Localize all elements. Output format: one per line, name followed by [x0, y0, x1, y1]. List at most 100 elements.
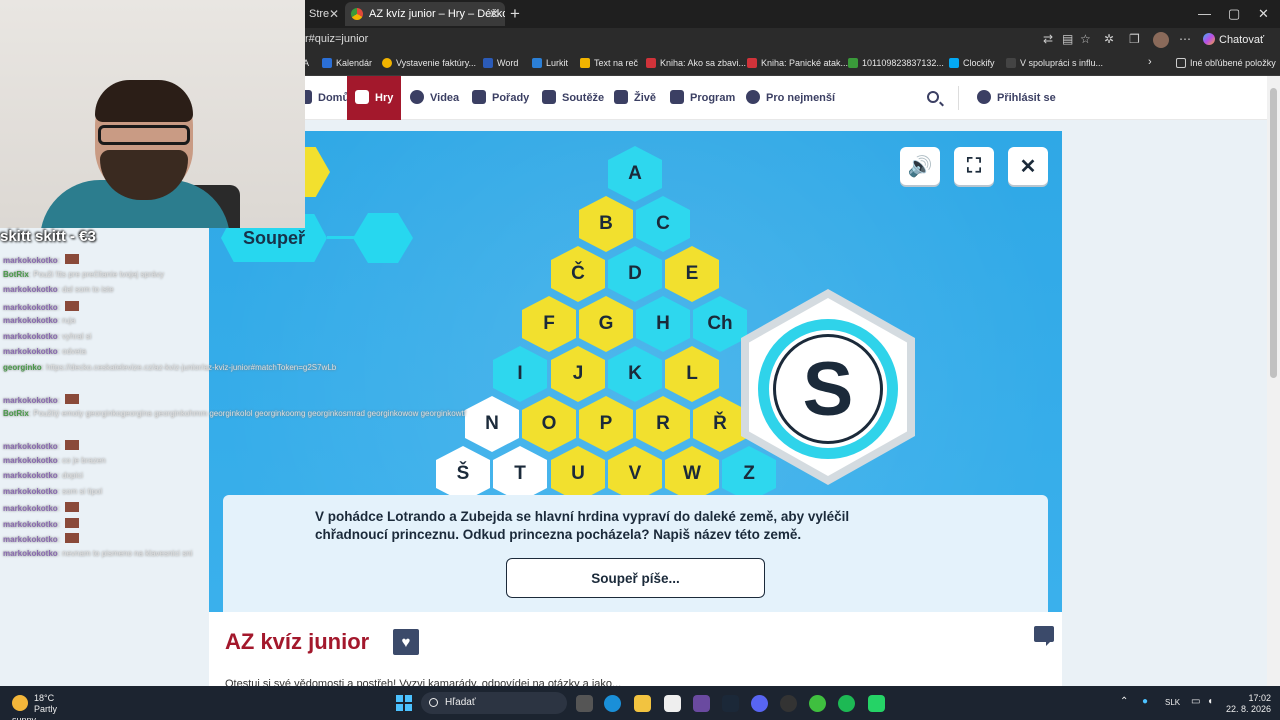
- page-scrollbar[interactable]: [1267, 76, 1280, 686]
- emote-icon: [65, 440, 80, 450]
- bookmark-clockify[interactable]: Clockify: [949, 58, 995, 68]
- start-button[interactable]: [396, 695, 412, 711]
- nav-porady[interactable]: Pořady: [472, 76, 529, 120]
- obs-icon[interactable]: [780, 695, 797, 712]
- scrollbar-thumb[interactable]: [1270, 88, 1277, 378]
- bookmark-lurkit[interactable]: Lurkit: [532, 58, 568, 68]
- hex-E[interactable]: E: [665, 246, 719, 302]
- tab-az-kviz[interactable]: AZ kvíz junior – Hry – Déčko ✕: [345, 2, 505, 26]
- favorite-heart-button[interactable]: ♥: [393, 629, 419, 655]
- hex-L[interactable]: L: [665, 346, 719, 402]
- hex-I[interactable]: I: [493, 346, 547, 402]
- nav-hry[interactable]: Hry: [347, 76, 402, 120]
- hex-letter: R: [656, 413, 670, 434]
- bookmark-icon: [532, 58, 542, 68]
- edge-icon[interactable]: [604, 695, 621, 712]
- bookmark-label: Vystavenie faktúry...: [396, 58, 477, 68]
- close-window-button[interactable]: ✕: [1258, 6, 1269, 22]
- hex-S-caron[interactable]: Š: [436, 446, 490, 502]
- hex-W[interactable]: W: [665, 446, 719, 502]
- hex-Z[interactable]: Z: [722, 446, 776, 502]
- fullscreen-button[interactable]: ⛶: [954, 147, 994, 185]
- bookmark-kalendar[interactable]: Kalendár: [322, 58, 372, 68]
- nav-souteze[interactable]: Soutěže: [542, 76, 604, 120]
- login-link[interactable]: Přihlásit se: [977, 76, 1056, 120]
- whatsapp-icon[interactable]: [868, 695, 885, 712]
- hex-R-caron[interactable]: Ř: [693, 396, 747, 452]
- hex-R[interactable]: R: [636, 396, 690, 452]
- bookmark-word[interactable]: Word: [483, 58, 518, 68]
- nav-videa[interactable]: Videa: [410, 76, 459, 120]
- more-menu-icon[interactable]: ⋯: [1179, 33, 1192, 46]
- bookmark-text-na-rec[interactable]: Text na reč: [580, 58, 638, 68]
- discord-icon[interactable]: [751, 695, 768, 712]
- nav-domu[interactable]: Domů: [298, 76, 349, 120]
- task-view-icon[interactable]: [576, 695, 593, 712]
- hex-T[interactable]: T: [493, 446, 547, 502]
- emote-icon: [65, 393, 80, 404]
- new-tab-button[interactable]: +: [510, 4, 520, 24]
- spotify-icon[interactable]: [838, 695, 855, 712]
- nav-zive[interactable]: Živě: [614, 76, 656, 120]
- hex-F[interactable]: F: [522, 296, 576, 352]
- hex-P[interactable]: P: [579, 396, 633, 452]
- comment-icon[interactable]: [1034, 626, 1054, 646]
- minimize-button[interactable]: —: [1198, 6, 1211, 21]
- favorite-star-icon[interactable]: ☆: [1080, 33, 1093, 46]
- app-green-icon[interactable]: [809, 695, 826, 712]
- bookmarks-overflow-icon[interactable]: ›: [1148, 56, 1152, 68]
- collections-icon[interactable]: ❐: [1129, 33, 1142, 46]
- tray-overflow-icon[interactable]: ⌃: [1120, 696, 1128, 707]
- weather-widget[interactable]: 18°C Partly sunny: [12, 693, 62, 720]
- language-indicator[interactable]: SLK: [1165, 698, 1180, 707]
- chat-username: markokokotko: [3, 347, 58, 356]
- app-icon[interactable]: [693, 695, 710, 712]
- hex-Ch[interactable]: Ch: [693, 296, 747, 352]
- steam-icon[interactable]: [722, 695, 739, 712]
- hex-G[interactable]: G: [579, 296, 633, 352]
- hex-C-caron[interactable]: Č: [551, 246, 605, 302]
- hex-O[interactable]: O: [522, 396, 576, 452]
- bookmark-kniha-2[interactable]: Kniha: Panické atak...: [747, 58, 848, 68]
- bookmark-other-folder[interactable]: Iné obľúbené položky: [1176, 58, 1276, 68]
- bookmark-number[interactable]: 101109823837132...: [848, 58, 944, 68]
- nav-program[interactable]: Program: [670, 76, 735, 120]
- hex-N[interactable]: N: [465, 396, 519, 452]
- bookmark-label: V spolupráci s influ...: [1020, 58, 1104, 68]
- hex-J[interactable]: J: [551, 346, 605, 402]
- answer-field[interactable]: Soupeř píše...: [506, 558, 765, 598]
- profile-avatar[interactable]: [1153, 32, 1169, 48]
- hex-K[interactable]: K: [608, 346, 662, 402]
- bookmark-spolupraci[interactable]: V spolupráci s influ...: [1006, 58, 1103, 68]
- hex-B[interactable]: B: [579, 196, 633, 252]
- nav-pro-nejmensi[interactable]: Pro nejmenší: [746, 76, 835, 120]
- clock[interactable]: 17:02 22. 8. 2026: [1226, 693, 1271, 715]
- bookmark-kniha-1[interactable]: Kniha: Ako sa zbavi...: [646, 58, 746, 68]
- hex-C[interactable]: C: [636, 196, 690, 252]
- translate-icon[interactable]: ⇄: [1043, 33, 1056, 46]
- maximize-button[interactable]: ▢: [1228, 6, 1240, 22]
- bookmark-faktury[interactable]: Vystavenie faktúry...: [382, 58, 476, 68]
- close-game-button[interactable]: ✕: [1008, 147, 1048, 185]
- extensions-icon[interactable]: ✲: [1104, 33, 1117, 46]
- notepad-icon[interactable]: [664, 695, 681, 712]
- copilot-chat-button[interactable]: Chatovať: [1203, 33, 1264, 46]
- hex-V[interactable]: V: [608, 446, 662, 502]
- chat-text: ruja: [62, 316, 76, 325]
- tab-stream[interactable]: Stre ✕: [305, 2, 345, 26]
- close-tab-icon[interactable]: ✕: [489, 2, 499, 26]
- sound-button[interactable]: 🔊: [900, 147, 940, 185]
- hex-H[interactable]: H: [636, 296, 690, 352]
- network-icon[interactable]: ▭: [1191, 696, 1200, 707]
- file-explorer-icon[interactable]: [634, 695, 651, 712]
- taskbar-search[interactable]: Hľadať: [421, 692, 567, 714]
- microphone-icon[interactable]: ●: [1142, 696, 1148, 707]
- volume-icon[interactable]: ◖: [1207, 696, 1213, 707]
- close-tab-icon[interactable]: ✕: [329, 2, 339, 26]
- hex-D[interactable]: D: [608, 246, 662, 302]
- search-icon[interactable]: [927, 91, 939, 103]
- url-field[interactable]: r#quiz=junior: [305, 33, 368, 45]
- hex-U[interactable]: U: [551, 446, 605, 502]
- hex-A[interactable]: A: [608, 146, 662, 202]
- reader-icon[interactable]: ▤: [1062, 33, 1075, 46]
